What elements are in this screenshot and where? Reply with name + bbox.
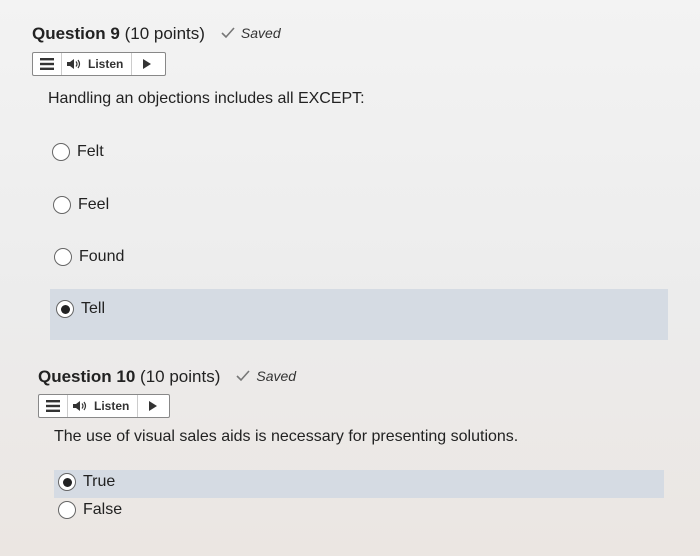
- q9-option-found[interactable]: Found: [54, 248, 124, 266]
- q9-selected-highlight: [50, 289, 668, 340]
- question-10-title: Question 10 (10 points): [38, 367, 221, 386]
- question-9-title: Question 9 (10 points): [32, 24, 205, 43]
- saved-label: Saved: [256, 368, 297, 384]
- option-label: True: [83, 473, 116, 490]
- question-10-saved-status: Saved: [236, 368, 296, 384]
- q10-selected-highlight: [54, 470, 664, 498]
- play-icon[interactable]: [138, 395, 168, 417]
- radio-icon[interactable]: [54, 248, 72, 266]
- speaker-icon: [67, 59, 81, 69]
- radio-selected-dot: [62, 477, 72, 487]
- radio-icon[interactable]: [56, 300, 74, 318]
- option-label: Tell: [81, 300, 106, 317]
- listen-button[interactable]: Listen: [62, 53, 133, 75]
- option-label: Felt: [77, 143, 104, 160]
- play-icon[interactable]: [132, 53, 162, 75]
- question-10-header: Question 10 (10 points) Saved: [38, 367, 296, 387]
- question-9-saved-status: Saved: [221, 25, 281, 41]
- q9-option-feel[interactable]: Feel: [53, 196, 109, 214]
- speaker-icon: [73, 401, 87, 411]
- listen-button[interactable]: Listen: [68, 395, 139, 417]
- question-9-header: Question 9 (10 points) Saved: [32, 24, 281, 44]
- checkmark-icon: [221, 27, 235, 39]
- listen-label: Listen: [94, 399, 130, 413]
- radio-icon[interactable]: [58, 501, 76, 519]
- question-10-prompt: The use of visual sales aids is necessar…: [54, 428, 519, 445]
- listen-toolbar-q9[interactable]: Listen: [32, 52, 166, 76]
- listen-label: Listen: [88, 57, 124, 71]
- radio-icon[interactable]: [58, 473, 76, 491]
- saved-label: Saved: [240, 25, 281, 41]
- q10-option-false[interactable]: False: [58, 501, 122, 519]
- radio-icon[interactable]: [53, 196, 71, 214]
- menu-icon[interactable]: [33, 53, 62, 75]
- q9-option-tell[interactable]: Tell: [56, 300, 105, 318]
- listen-toolbar-q10[interactable]: Listen: [38, 394, 170, 418]
- q10-option-true[interactable]: True: [58, 473, 115, 491]
- option-label: Found: [79, 248, 125, 265]
- checkmark-icon: [236, 370, 250, 382]
- menu-icon[interactable]: [39, 395, 68, 417]
- question-9-prompt: Handling an objections includes all EXCE…: [48, 90, 365, 107]
- radio-icon[interactable]: [52, 143, 70, 161]
- option-label: Feel: [78, 196, 110, 213]
- option-label: False: [83, 501, 123, 518]
- q9-option-felt[interactable]: Felt: [52, 143, 104, 161]
- radio-selected-dot: [60, 304, 70, 314]
